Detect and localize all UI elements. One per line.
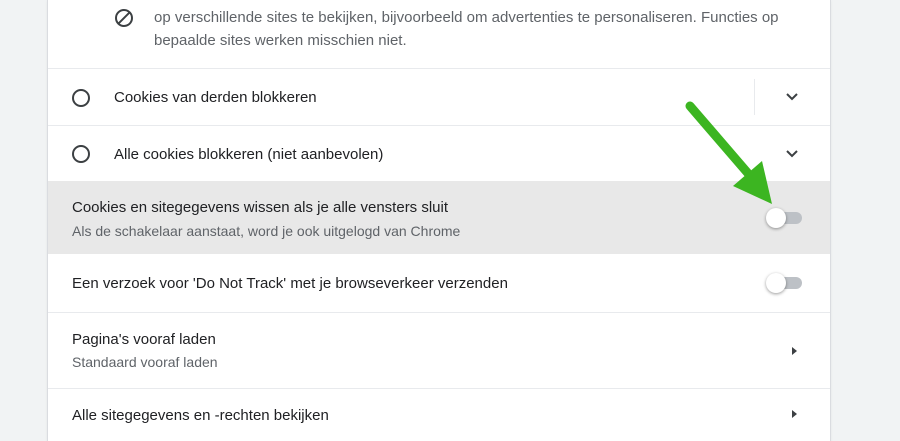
option-label-third-party: Cookies van derden blokkeren: [114, 89, 317, 106]
chevron-down-icon[interactable]: [785, 149, 799, 159]
radio-block-all[interactable]: [72, 145, 90, 163]
block-description-line-1: op verschillende sites te bekijken, bijv…: [154, 9, 779, 26]
chevron-down-icon[interactable]: [785, 92, 799, 102]
settings-card: op verschillende sites te bekijken, bijv…: [48, 0, 830, 441]
option-label-block-all: Alle cookies blokkeren (niet aanbevolen): [114, 146, 384, 163]
block-description-text: op verschillende sites te bekijken, bijv…: [154, 6, 794, 52]
option-block-all[interactable]: Alle cookies blokkeren (niet aanbevolen): [48, 125, 830, 181]
vertical-divider: [754, 79, 755, 115]
chevron-right-icon[interactable]: [790, 345, 798, 357]
do-not-track-row[interactable]: Een verzoek voor 'Do Not Track' met je b…: [48, 254, 830, 312]
preload-title: Pagina's vooraf laden: [72, 331, 216, 348]
clear-on-exit-toggle[interactable]: [766, 208, 802, 228]
block-option-description: op verschillende sites te bekijken, bijv…: [48, 0, 830, 68]
site-data-row[interactable]: Alle sitegegevens en -rechten bekijken: [48, 388, 830, 441]
do-not-track-title: Een verzoek voor 'Do Not Track' met je b…: [72, 275, 508, 292]
chevron-right-icon[interactable]: [790, 408, 798, 420]
toggle-knob: [766, 208, 786, 228]
preload-row[interactable]: Pagina's vooraf laden Standaard vooraf l…: [48, 312, 830, 388]
preload-subtitle: Standaard vooraf laden: [72, 354, 218, 370]
block-description-line-2: bepaalde sites werken misschien niet.: [154, 32, 407, 49]
toggle-knob: [766, 273, 786, 293]
clear-on-exit-subtitle: Als de schakelaar aanstaat, word je ook …: [72, 223, 461, 239]
clear-on-exit-row[interactable]: Cookies en sitegegevens wissen als je al…: [48, 181, 830, 254]
do-not-track-toggle[interactable]: [766, 273, 802, 293]
clear-on-exit-title: Cookies en sitegegevens wissen als je al…: [72, 199, 449, 216]
radio-third-party[interactable]: [72, 89, 90, 107]
block-icon: [115, 9, 133, 27]
site-data-title: Alle sitegegevens en -rechten bekijken: [72, 407, 329, 424]
option-block-third-party[interactable]: Cookies van derden blokkeren: [48, 68, 830, 125]
